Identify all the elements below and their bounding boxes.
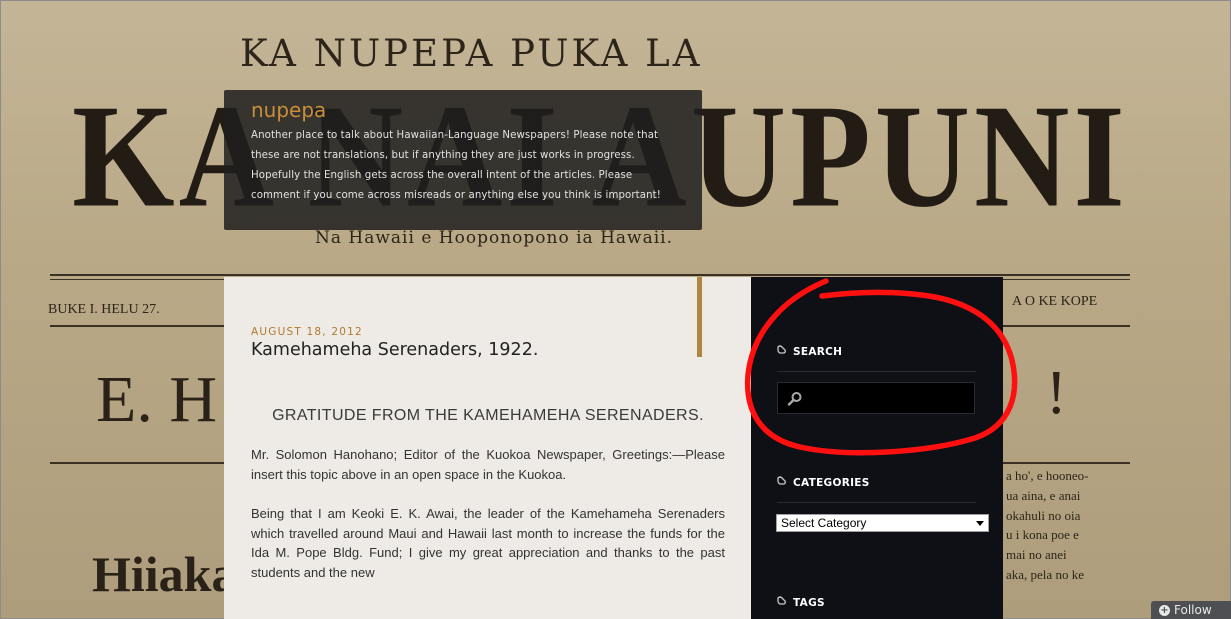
newspaper-column-line: mai no anei xyxy=(1006,547,1067,563)
sidebar: SEARCH CATEGORIES Select Category TAGS xyxy=(751,277,1003,619)
shoe-tread-icon xyxy=(777,596,788,610)
post-title[interactable]: Kamehameha Serenaders, 1922. xyxy=(251,339,725,361)
newspaper-column-line: ua aina, e anai xyxy=(1006,487,1081,503)
category-select-value: Select Category xyxy=(781,516,867,530)
category-select[interactable]: Select Category xyxy=(776,514,989,532)
search-widget-title: SEARCH xyxy=(777,345,842,359)
site-title[interactable]: nupepa xyxy=(251,98,678,122)
post-paragraph: Being that I am Keoki E. K. Awai, the le… xyxy=(251,506,725,580)
search-widget-label: SEARCH xyxy=(793,346,843,358)
newspaper-headline-right: ! xyxy=(1046,359,1067,427)
newspaper-column-line: okahuli no oia xyxy=(1006,507,1081,523)
newspaper-column: a ho', e hooneo- ua aina, e anai okahuli… xyxy=(1006,466,1128,585)
newspaper-column-line: aka, pela no ke xyxy=(1006,566,1084,582)
follow-label: Follow xyxy=(1174,603,1212,617)
search-box[interactable] xyxy=(777,382,975,414)
follow-button[interactable]: + Follow xyxy=(1151,601,1231,619)
categories-widget-title: CATEGORIES xyxy=(777,476,870,490)
search-input[interactable] xyxy=(808,387,972,411)
post-body: Mr. Solomon Hanohano; Editor of the Kuok… xyxy=(251,445,725,582)
shoe-tread-icon xyxy=(777,476,788,490)
chevron-down-icon xyxy=(976,521,984,526)
accent-bar xyxy=(697,277,702,357)
plus-circle-icon: + xyxy=(1159,604,1170,616)
site-header: nupepa Another place to talk about Hawai… xyxy=(224,90,702,230)
widget-divider xyxy=(777,502,976,503)
newspaper-price: A O KE KOPE xyxy=(1012,294,1098,309)
post-content: AUGUST 18, 2012 Kamehameha Serenaders, 1… xyxy=(224,277,751,619)
magnifier-icon xyxy=(787,391,803,410)
newspaper-issue-number: BUKE I. HELU 27. xyxy=(48,302,160,317)
site-description: Another place to talk about Hawaiian-Lan… xyxy=(251,130,661,201)
tags-widget-label: TAGS xyxy=(793,597,825,609)
newspaper-motto: Na Hawaii e Hooponopono ia Hawaii. xyxy=(315,228,674,248)
post-heading: GRATITUDE FROM THE KAMEHAMEHA SERENADERS… xyxy=(272,407,704,424)
tags-widget-title: TAGS xyxy=(777,596,825,610)
widget-divider xyxy=(777,371,976,372)
shoe-tread-icon xyxy=(777,345,788,359)
categories-widget-label: CATEGORIES xyxy=(793,477,870,489)
newspaper-masthead-top: KA NUPEPA PUKA LA xyxy=(240,32,703,75)
newspaper-column-line: u i kona poe e xyxy=(1006,527,1079,543)
newspaper-column-line: a ho', e hooneo- xyxy=(1006,468,1089,483)
newspaper-headline-left: E. H xyxy=(96,363,217,436)
post-paragraph: Mr. Solomon Hanohano; Editor of the Kuok… xyxy=(251,447,725,482)
post-date[interactable]: AUGUST 18, 2012 xyxy=(251,325,725,339)
newspaper-rule xyxy=(50,274,1130,276)
